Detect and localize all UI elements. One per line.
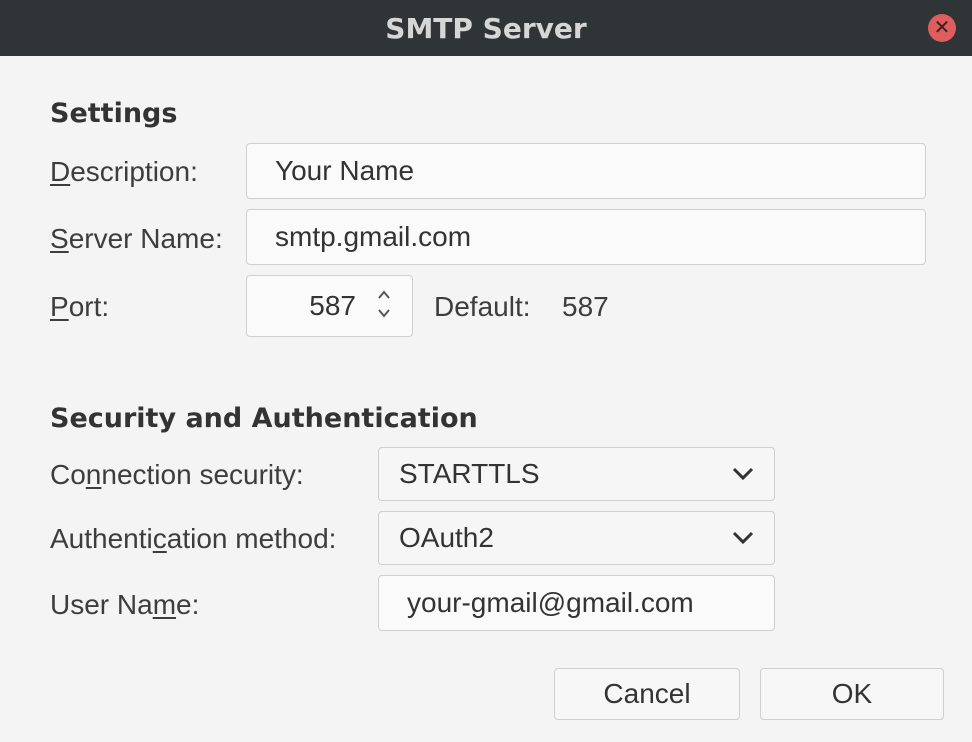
auth-method-label-text-a: Authenti — [50, 523, 153, 554]
chevron-down-icon — [732, 531, 754, 545]
server-name-label: Server Name: — [50, 223, 223, 255]
description-label-mnemonic: D — [50, 156, 71, 187]
server-name-label-text: erver Name: — [68, 223, 223, 254]
user-name-input[interactable] — [405, 586, 774, 620]
connection-security-label-text-b: nection security: — [101, 459, 304, 490]
port-label: Port: — [50, 291, 109, 323]
cancel-button[interactable]: Cancel — [554, 668, 740, 720]
auth-method-label-mnemonic: c — [152, 523, 167, 554]
auth-method-label: Authentication method: — [50, 523, 336, 555]
auth-method-select[interactable]: OAuth2 — [378, 511, 775, 565]
auth-method-value: OAuth2 — [399, 522, 494, 553]
ok-button[interactable]: OK — [760, 668, 944, 720]
port-stepper[interactable]: 587 — [246, 275, 413, 337]
window-title: SMTP Server — [385, 11, 587, 45]
auth-method-label-text-b: ation method: — [166, 523, 337, 554]
connection-security-label-mnemonic: n — [85, 459, 102, 490]
user-name-label-mnemonic: m — [152, 589, 177, 620]
close-icon: ✕ — [933, 17, 951, 39]
chevron-down-icon — [732, 467, 754, 481]
port-value[interactable]: 587 — [309, 290, 356, 322]
settings-header: Settings — [50, 98, 178, 129]
server-name-field[interactable] — [246, 209, 926, 265]
description-label-text: escription: — [70, 156, 198, 187]
user-name-label-text-a: User Na — [50, 589, 153, 620]
security-header: Security and Authentication — [50, 403, 478, 434]
description-input[interactable] — [273, 154, 925, 188]
description-label: Description: — [50, 156, 198, 188]
close-button[interactable]: ✕ — [928, 14, 956, 42]
connection-security-value: STARTTLS — [399, 458, 540, 489]
server-name-label-mnemonic: S — [50, 223, 69, 254]
port-label-mnemonic: P — [50, 291, 69, 322]
port-label-text: ort: — [68, 291, 110, 322]
user-name-label: User Name: — [50, 589, 199, 621]
port-default-value: 587 — [562, 291, 609, 322]
spinner-arrows-icon[interactable] — [376, 286, 392, 322]
connection-security-label: Connection security: — [50, 459, 304, 491]
user-name-field[interactable] — [378, 575, 775, 631]
user-name-label-text-b: e: — [176, 589, 200, 620]
description-field[interactable] — [246, 143, 926, 199]
title-bar: SMTP Server ✕ — [0, 0, 972, 56]
connection-security-label-text-a: Co — [50, 459, 86, 490]
connection-security-select[interactable]: STARTTLS — [378, 447, 775, 501]
port-default-label: Default: — [434, 291, 531, 322]
server-name-input[interactable] — [273, 220, 925, 254]
